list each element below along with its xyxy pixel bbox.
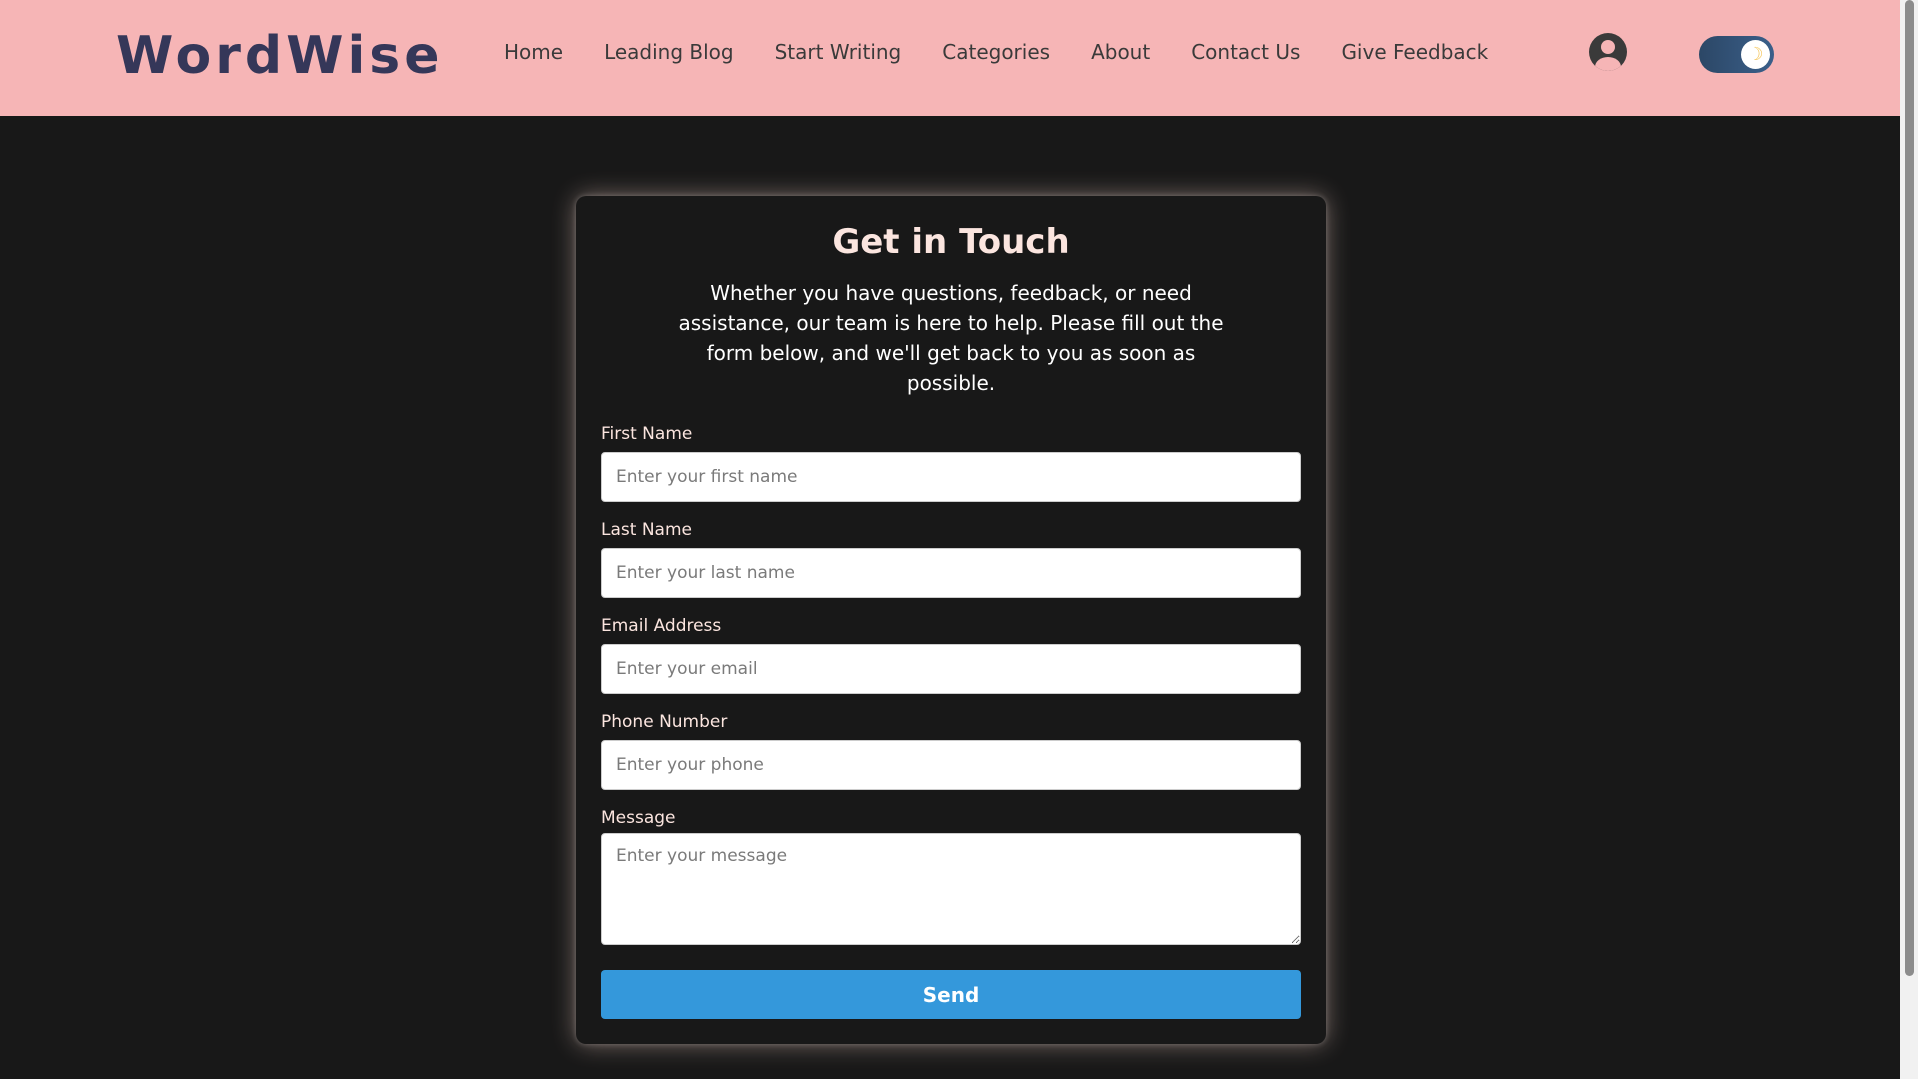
nav-start-writing[interactable]: Start Writing [775,40,902,64]
send-button[interactable]: Send [601,970,1301,1019]
navbar: WordWise Home Leading Blog Start Writing… [0,0,1900,116]
nav-contact-us[interactable]: Contact Us [1191,40,1300,64]
user-circle-icon[interactable] [1589,33,1627,71]
theme-toggle[interactable]: ☽ [1699,36,1774,73]
site-logo[interactable]: WordWise [116,26,444,86]
nav-home[interactable]: Home [504,40,563,64]
form-description: Whether you have questions, feedback, or… [678,281,1224,395]
message-label: Message [601,808,676,828]
email-label: Email Address [601,616,722,636]
message-field[interactable] [601,833,1301,945]
phone-label: Phone Number [601,712,728,732]
phone-field[interactable] [601,740,1301,790]
user-icon-body [1595,57,1621,71]
email-field[interactable] [601,644,1301,694]
page: WordWise Home Leading Blog Start Writing… [0,0,1918,1079]
first-name-field[interactable] [601,452,1301,502]
moon-icon: ☽ [1741,40,1770,69]
first-name-label: First Name [601,424,693,444]
scrollbar-thumb[interactable] [1905,0,1914,976]
scrollbar[interactable] [1900,0,1918,1079]
last-name-label: Last Name [601,520,692,540]
nav-leading-blog[interactable]: Leading Blog [604,40,734,64]
form-title: Get in Touch [832,222,1070,262]
last-name-field[interactable] [601,548,1301,598]
nav-give-feedback[interactable]: Give Feedback [1341,40,1488,64]
contact-form-card: Get in Touch Whether you have questions,… [576,196,1326,1044]
nav-about[interactable]: About [1091,40,1150,64]
user-icon-head [1601,40,1615,54]
nav-links: Home Leading Blog Start Writing Categori… [504,40,1529,64]
nav-categories[interactable]: Categories [942,40,1050,64]
